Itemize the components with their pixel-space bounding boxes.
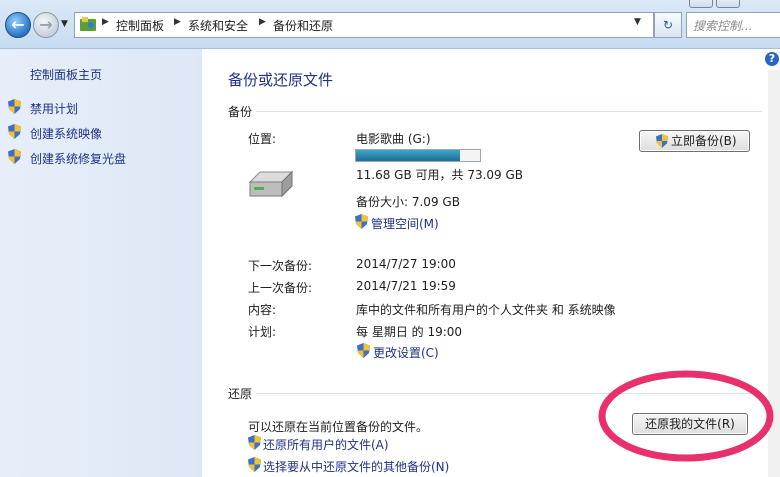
uac-shield-icon (656, 134, 669, 149)
select-other-backup-link-row[interactable]: 选择要从中还原文件的其他备份(N) (248, 457, 468, 475)
schedule-label: 计划: (248, 325, 277, 339)
back-button[interactable]: ← (5, 12, 31, 38)
last-backup-label: 上一次备份: (248, 281, 313, 295)
uac-shield-icon (8, 124, 21, 139)
drive-usage-fill (356, 150, 461, 161)
sidebar-item-label: 创建系统映像 (30, 127, 103, 141)
back-arrow-icon: ← (11, 15, 25, 34)
select-other-backup-link[interactable]: 选择要从中还原文件的其他备份(N) (263, 458, 449, 475)
manage-space-link[interactable]: 管理空间(M) (371, 215, 439, 232)
restore-all-users-link[interactable]: 还原所有用户的文件(A) (263, 436, 389, 453)
hard-drive-icon (248, 170, 294, 198)
minimize-button[interactable] (689, 0, 713, 8)
history-dropdown-icon[interactable]: ▼ (61, 19, 68, 29)
address-dropdown-icon[interactable]: ▼ (634, 17, 641, 27)
sidebar-item-label: 创建系统修复光盘 (30, 152, 127, 166)
forward-arrow-icon: → (39, 15, 53, 34)
uac-shield-icon (355, 214, 368, 229)
backup-section-heading: 备份 (228, 105, 253, 119)
sidebar-home-link[interactable]: 控制面板主页 (30, 66, 102, 83)
contents-label: 内容: (248, 303, 277, 317)
breadcrumb-backup-restore[interactable]: 备份和还原 (273, 17, 333, 34)
change-settings-link[interactable]: 更改设置(C) (373, 344, 439, 361)
change-settings-link-row[interactable]: 更改设置(C) (357, 343, 457, 361)
section-divider (256, 111, 762, 112)
breadcrumb-separator-icon[interactable]: ▶ (259, 17, 266, 27)
breadcrumb-separator-icon: ▶ (102, 17, 109, 27)
sidebar-item-label: 禁用计划 (30, 102, 79, 116)
backup-now-label: 立即备份(B) (671, 134, 737, 148)
refresh-button[interactable]: ↻ (654, 12, 682, 38)
page-title: 备份或还原文件 (228, 71, 334, 89)
location-label: 位置: (248, 132, 277, 146)
uac-shield-icon (357, 343, 370, 358)
drive-name: 电影歌曲 (G:) (356, 132, 431, 146)
uac-shield-icon (248, 457, 261, 472)
help-icon[interactable]: ? (765, 52, 779, 66)
next-backup-label: 下一次备份: (248, 259, 313, 273)
uac-shield-icon (248, 435, 261, 450)
schedule-value: 每 星期日 的 19:00 (356, 325, 463, 339)
breadcrumb-system-security[interactable]: 系统和安全 (188, 17, 248, 34)
contents-value: 库中的文件和所有用户的个人文件夹 和 系统映像 (356, 303, 616, 317)
restore-all-users-link-row[interactable]: 还原所有用户的文件(A) (248, 435, 408, 453)
manage-space-link-row[interactable]: 管理空间(M) (355, 214, 455, 232)
forward-button[interactable]: → (33, 12, 59, 38)
search-placeholder: 搜索控制... (693, 19, 753, 33)
last-backup-value: 2014/7/21 19:59 (356, 279, 456, 293)
maximize-button[interactable] (716, 0, 740, 8)
drive-usage-meter (355, 149, 481, 162)
backup-size: 备份大小: 7.09 GB (356, 195, 460, 209)
refresh-icon: ↻ (662, 18, 674, 32)
next-backup-value: 2014/7/27 19:00 (356, 257, 456, 271)
control-panel-icon (80, 17, 96, 31)
uac-shield-icon (8, 149, 21, 164)
breadcrumb-separator-icon[interactable]: ▶ (174, 17, 181, 27)
breadcrumb-control-panel[interactable]: 控制面板 (116, 17, 164, 34)
restore-section-heading: 还原 (228, 387, 253, 401)
uac-shield-icon (8, 99, 21, 114)
backup-now-button[interactable]: 立即备份(B) (639, 130, 750, 152)
drive-space-text: 11.68 GB 可用，共 73.09 GB (356, 168, 524, 182)
highlight-circle-annotation (598, 370, 774, 462)
restore-description: 可以还原在当前位置备份的文件。 (248, 420, 429, 434)
